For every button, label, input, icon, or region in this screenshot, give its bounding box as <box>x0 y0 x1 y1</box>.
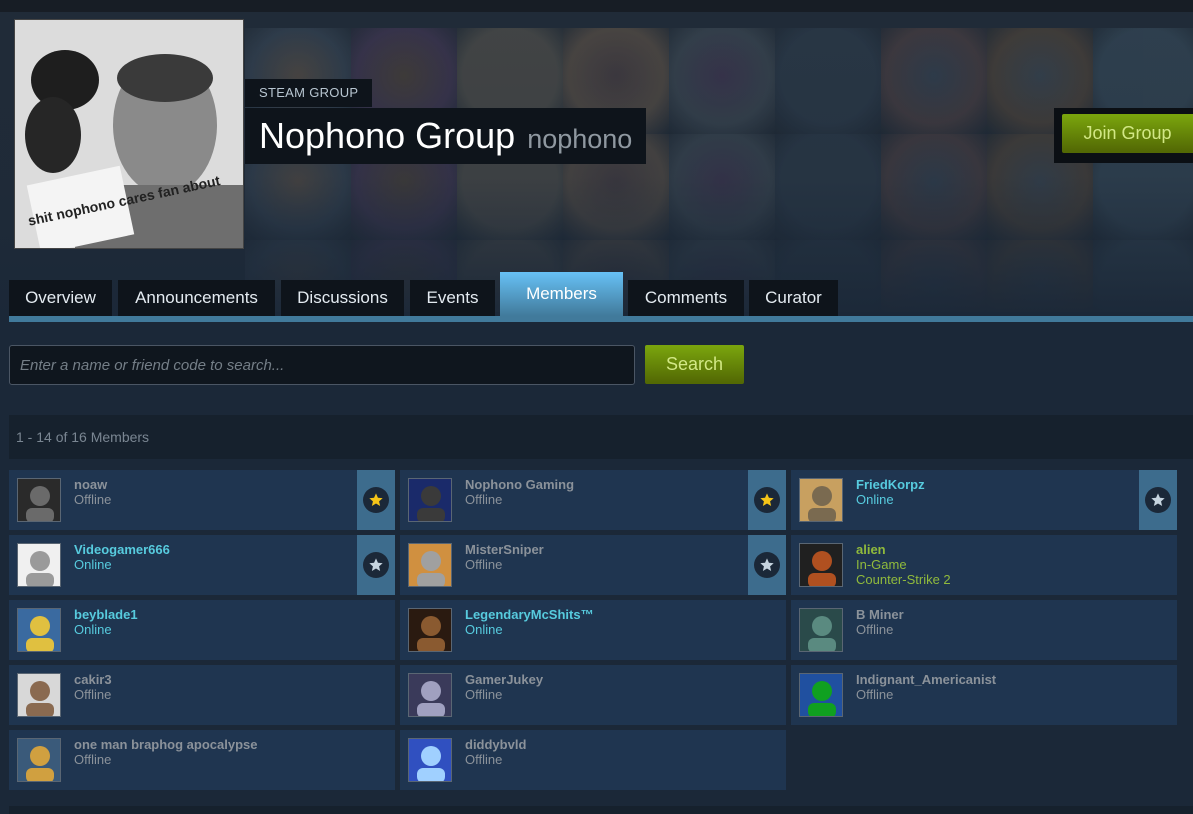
member-name[interactable]: FriedKorpz <box>856 477 925 492</box>
member-avatar[interactable] <box>408 738 452 782</box>
member-status: Offline <box>856 622 894 637</box>
member-card[interactable]: Videogamer666 Online <box>9 535 395 595</box>
member-name[interactable]: alien <box>856 542 886 557</box>
member-name[interactable]: noaw <box>74 477 107 492</box>
star-icon <box>369 558 383 571</box>
member-status: Offline <box>74 492 112 507</box>
member-avatar[interactable] <box>408 608 452 652</box>
members-count: 1 - 14 of 16 Members <box>9 415 1193 459</box>
star-icon <box>760 493 774 506</box>
member-avatar[interactable] <box>17 738 61 782</box>
member-card[interactable]: diddybvld Offline <box>400 730 786 790</box>
member-avatar[interactable] <box>799 673 843 717</box>
member-status: Offline <box>74 752 112 767</box>
member-card[interactable]: B Miner Offline <box>791 600 1177 660</box>
member-card[interactable]: FriedKorpz Online <box>791 470 1177 530</box>
member-name[interactable]: B Miner <box>856 607 904 622</box>
member-search-input[interactable] <box>9 345 635 385</box>
star-icon <box>1151 493 1165 506</box>
member-avatar[interactable] <box>408 543 452 587</box>
member-card[interactable]: alien In-Game Counter-Strike 2 <box>791 535 1177 595</box>
member-card[interactable]: one man braphog apocalypse Offline <box>9 730 395 790</box>
bottom-bar <box>9 806 1193 814</box>
member-name[interactable]: Indignant_Americanist <box>856 672 996 687</box>
tab-discussions[interactable]: Discussions <box>281 280 404 316</box>
member-status: Offline <box>465 492 503 507</box>
tab-members[interactable]: Members <box>500 272 623 316</box>
tab-announcements[interactable]: Announcements <box>118 280 275 316</box>
star-icon <box>760 558 774 571</box>
tab-curator[interactable]: Curator <box>749 280 838 316</box>
member-status: In-Game <box>856 557 907 572</box>
member-card[interactable]: Nophono Gaming Offline <box>400 470 786 530</box>
rank-circle <box>1145 487 1171 513</box>
member-name[interactable]: diddybvld <box>465 737 526 752</box>
member-avatar[interactable] <box>799 543 843 587</box>
rank-circle <box>754 552 780 578</box>
group-name: Nophono Group <box>259 115 516 156</box>
star-icon <box>369 493 383 506</box>
member-card[interactable]: cakir3 Offline <box>9 665 395 725</box>
member-status: Online <box>856 492 894 507</box>
member-name[interactable]: MisterSniper <box>465 542 544 557</box>
group-title-box: Nophono Group nophono <box>245 108 647 164</box>
owner-rank-badge <box>748 470 786 530</box>
member-avatar[interactable] <box>408 673 452 717</box>
member-status: Offline <box>465 752 503 767</box>
search-button[interactable]: Search <box>645 345 744 384</box>
member-avatar[interactable] <box>17 608 61 652</box>
member-name[interactable]: LegendaryMcShits™ <box>465 607 594 622</box>
member-status: Offline <box>465 557 503 572</box>
member-name[interactable]: Videogamer666 <box>74 542 170 557</box>
member-status: Offline <box>465 687 503 702</box>
member-avatar[interactable] <box>799 608 843 652</box>
member-name[interactable]: one man braphog apocalypse <box>74 737 258 752</box>
member-status: Offline <box>74 687 112 702</box>
tab-overview[interactable]: Overview <box>9 280 112 316</box>
member-status: Offline <box>856 687 894 702</box>
join-group-button[interactable]: Join Group <box>1062 114 1193 153</box>
member-status: Online <box>465 622 503 637</box>
tab-underline <box>9 316 1193 322</box>
owner-rank-badge <box>357 470 395 530</box>
group-header: shit nophono cares fan about STEAM GROUP… <box>0 12 1193 312</box>
member-avatar[interactable] <box>17 478 61 522</box>
group-abbreviation: nophono <box>527 124 633 154</box>
rank-circle <box>754 487 780 513</box>
rank-circle <box>363 487 389 513</box>
member-avatar[interactable] <box>408 478 452 522</box>
member-name[interactable]: Nophono Gaming <box>465 477 574 492</box>
member-avatar[interactable] <box>799 478 843 522</box>
member-card[interactable]: MisterSniper Offline <box>400 535 786 595</box>
tab-events[interactable]: Events <box>410 280 495 316</box>
join-group-wrap: Join Group <box>1054 108 1193 163</box>
member-card[interactable]: noaw Offline <box>9 470 395 530</box>
member-name[interactable]: beyblade1 <box>74 607 138 622</box>
officer-rank-badge <box>357 535 395 595</box>
rank-circle <box>363 552 389 578</box>
group-avatar: shit nophono cares fan about <box>14 19 244 249</box>
member-status: Online <box>74 622 112 637</box>
member-card[interactable]: beyblade1 Online <box>9 600 395 660</box>
top-strip <box>0 0 1193 12</box>
member-game: Counter-Strike 2 <box>856 572 951 587</box>
member-status: Online <box>74 557 112 572</box>
tab-comments[interactable]: Comments <box>628 280 744 316</box>
member-avatar[interactable] <box>17 673 61 717</box>
member-name[interactable]: cakir3 <box>74 672 112 687</box>
member-card[interactable]: LegendaryMcShits™ Online <box>400 600 786 660</box>
officer-rank-badge <box>1139 470 1177 530</box>
group-type-label: STEAM GROUP <box>245 79 373 107</box>
member-name[interactable]: GamerJukey <box>465 672 543 687</box>
member-avatar[interactable] <box>17 543 61 587</box>
member-card[interactable]: Indignant_Americanist Offline <box>791 665 1177 725</box>
member-card[interactable]: GamerJukey Offline <box>400 665 786 725</box>
officer-rank-badge <box>748 535 786 595</box>
